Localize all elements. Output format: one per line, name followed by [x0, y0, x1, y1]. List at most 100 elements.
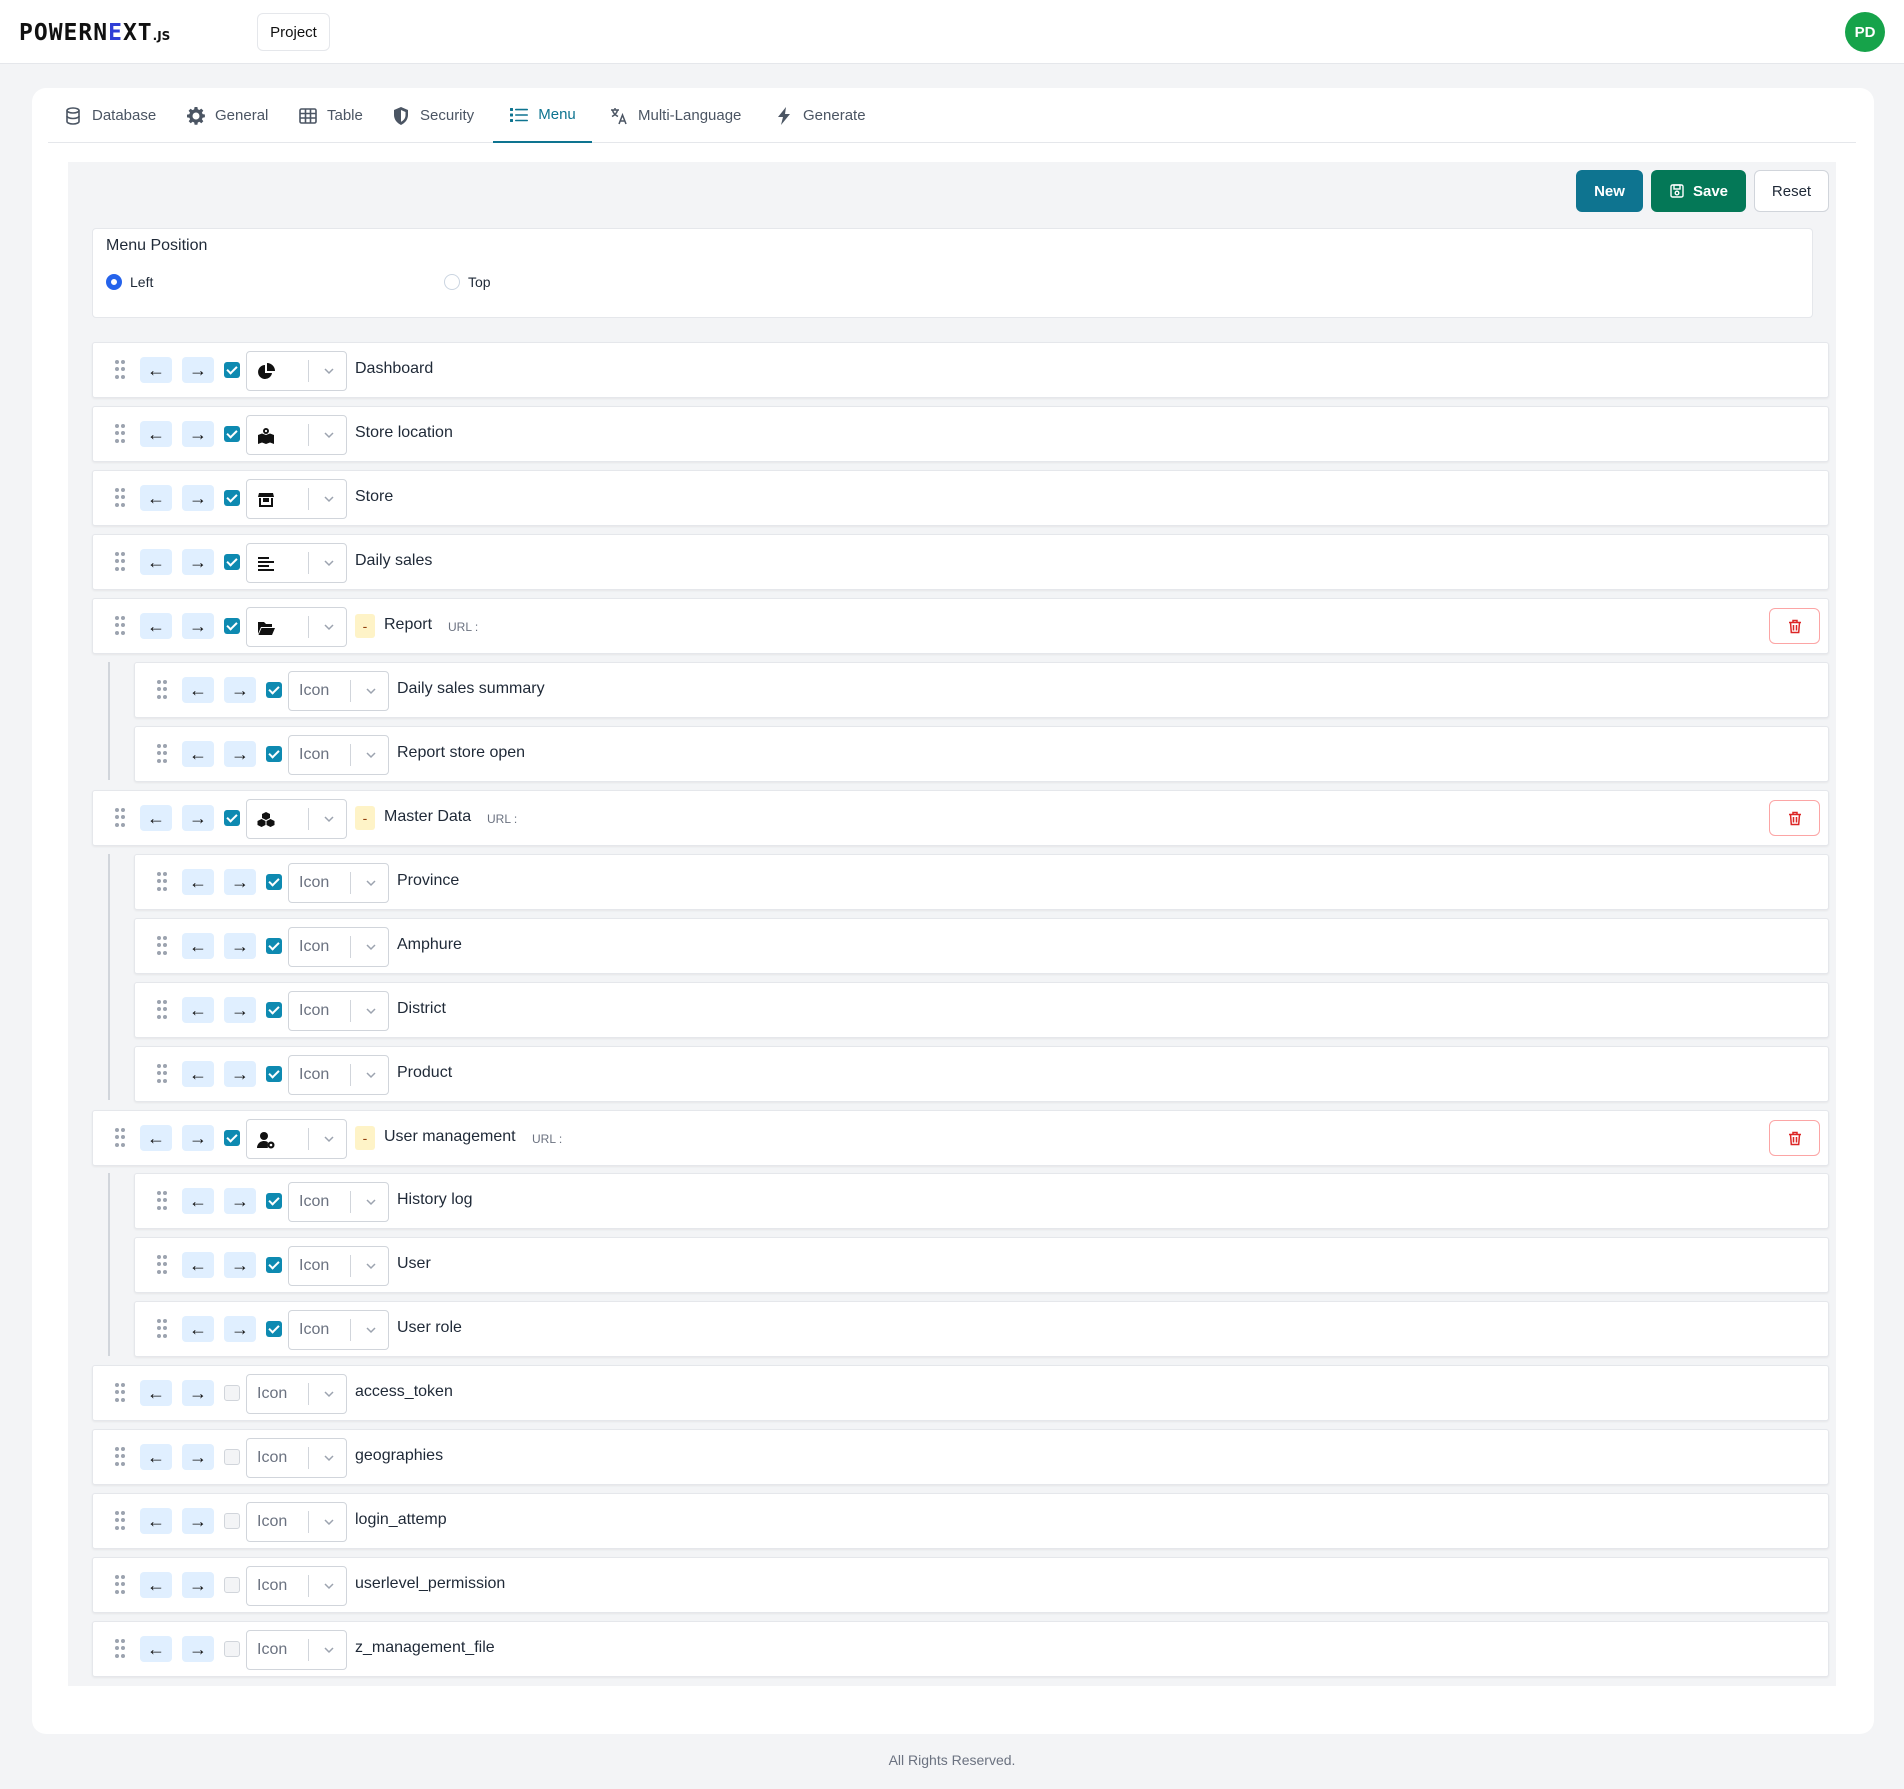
- icon-select[interactable]: Icon: [288, 735, 389, 775]
- group-collapse-toggle[interactable]: -: [355, 1126, 375, 1150]
- indent-button[interactable]: →: [182, 1508, 214, 1534]
- icon-select[interactable]: Icon: [288, 1310, 389, 1350]
- outdent-button[interactable]: ←: [140, 421, 172, 447]
- chevron-down-icon[interactable]: [363, 1067, 379, 1083]
- indent-button[interactable]: →: [224, 933, 256, 959]
- outdent-button[interactable]: ←: [182, 1188, 214, 1214]
- outdent-button[interactable]: ←: [140, 1444, 172, 1470]
- indent-button[interactable]: →: [224, 677, 256, 703]
- icon-select[interactable]: Icon: [288, 991, 389, 1031]
- visible-checkbox[interactable]: [266, 682, 282, 698]
- icon-select[interactable]: [246, 543, 347, 583]
- visible-checkbox[interactable]: [266, 1321, 282, 1337]
- visible-checkbox[interactable]: [266, 746, 282, 762]
- chevron-down-icon[interactable]: [321, 491, 337, 507]
- icon-select[interactable]: Icon: [288, 671, 389, 711]
- tab-generate[interactable]: Generate: [766, 88, 874, 143]
- visible-checkbox[interactable]: [224, 554, 240, 570]
- chevron-down-icon[interactable]: [321, 555, 337, 571]
- icon-select[interactable]: Icon: [246, 1630, 347, 1670]
- outdent-button[interactable]: ←: [140, 485, 172, 511]
- visible-checkbox[interactable]: [224, 490, 240, 506]
- drag-handle-icon[interactable]: [115, 1575, 125, 1595]
- menu-item-row[interactable]: ← → Dashboard: [92, 342, 1829, 398]
- outdent-button[interactable]: ←: [182, 741, 214, 767]
- icon-select[interactable]: [246, 607, 347, 647]
- drag-handle-icon[interactable]: [157, 744, 167, 764]
- drag-handle-icon[interactable]: [157, 680, 167, 700]
- chevron-down-icon[interactable]: [363, 1003, 379, 1019]
- chevron-down-icon[interactable]: [363, 875, 379, 891]
- visible-checkbox[interactable]: [224, 1577, 240, 1593]
- menu-item-row[interactable]: ← → Icon geographies: [92, 1429, 1829, 1485]
- drag-handle-icon[interactable]: [115, 1447, 125, 1467]
- save-button[interactable]: Save: [1651, 170, 1746, 212]
- visible-checkbox[interactable]: [224, 1385, 240, 1401]
- chevron-down-icon[interactable]: [363, 1258, 379, 1274]
- indent-button[interactable]: →: [224, 1061, 256, 1087]
- drag-handle-icon[interactable]: [115, 1511, 125, 1531]
- radio-top[interactable]: Top: [444, 274, 491, 290]
- outdent-button[interactable]: ←: [140, 1636, 172, 1662]
- menu-item-row[interactable]: ← → Store location: [92, 406, 1829, 462]
- group-collapse-toggle[interactable]: -: [355, 806, 375, 830]
- visible-checkbox[interactable]: [266, 1002, 282, 1018]
- visible-checkbox[interactable]: [224, 1449, 240, 1465]
- radio-dot[interactable]: [444, 274, 460, 290]
- visible-checkbox[interactable]: [224, 1130, 240, 1146]
- visible-checkbox[interactable]: [266, 874, 282, 890]
- drag-handle-icon[interactable]: [157, 1000, 167, 1020]
- menu-item-row[interactable]: ← → - User management URL :: [92, 1110, 1829, 1166]
- indent-button[interactable]: →: [182, 549, 214, 575]
- icon-select[interactable]: [246, 799, 347, 839]
- submenu-item-row[interactable]: ← → Icon Report store open: [134, 726, 1829, 782]
- visible-checkbox[interactable]: [266, 1257, 282, 1273]
- visible-checkbox[interactable]: [224, 618, 240, 634]
- icon-select[interactable]: Icon: [288, 927, 389, 967]
- outdent-button[interactable]: ←: [182, 1061, 214, 1087]
- menu-item-row[interactable]: ← → Icon access_token: [92, 1365, 1829, 1421]
- indent-button[interactable]: →: [224, 1252, 256, 1278]
- project-button[interactable]: Project: [257, 13, 330, 51]
- visible-checkbox[interactable]: [266, 1066, 282, 1082]
- chevron-down-icon[interactable]: [321, 1578, 337, 1594]
- icon-select[interactable]: Icon: [246, 1374, 347, 1414]
- visible-checkbox[interactable]: [224, 426, 240, 442]
- outdent-button[interactable]: ←: [140, 549, 172, 575]
- icon-select[interactable]: Icon: [288, 1246, 389, 1286]
- delete-group-button[interactable]: [1769, 1120, 1820, 1156]
- outdent-button[interactable]: ←: [140, 1508, 172, 1534]
- visible-checkbox[interactable]: [224, 1513, 240, 1529]
- menu-item-row[interactable]: ← → Icon userlevel_permission: [92, 1557, 1829, 1613]
- submenu-item-row[interactable]: ← → Icon History log: [134, 1173, 1829, 1229]
- chevron-down-icon[interactable]: [321, 619, 337, 635]
- drag-handle-icon[interactable]: [157, 1255, 167, 1275]
- icon-select[interactable]: Icon: [288, 863, 389, 903]
- menu-item-row[interactable]: ← → Daily sales: [92, 534, 1829, 590]
- tab-menu[interactable]: Menu: [493, 88, 592, 143]
- app-logo[interactable]: POWERNEXT.JS: [19, 20, 170, 46]
- outdent-button[interactable]: ←: [182, 933, 214, 959]
- indent-button[interactable]: →: [182, 357, 214, 383]
- icon-select[interactable]: [246, 415, 347, 455]
- drag-handle-icon[interactable]: [115, 1383, 125, 1403]
- icon-select[interactable]: [246, 351, 347, 391]
- indent-button[interactable]: →: [224, 1316, 256, 1342]
- chevron-down-icon[interactable]: [363, 1194, 379, 1210]
- visible-checkbox[interactable]: [224, 1641, 240, 1657]
- chevron-down-icon[interactable]: [321, 811, 337, 827]
- chevron-down-icon[interactable]: [363, 1322, 379, 1338]
- drag-handle-icon[interactable]: [115, 424, 125, 444]
- drag-handle-icon[interactable]: [115, 1639, 125, 1659]
- tab-general[interactable]: General: [178, 88, 276, 143]
- tab-security[interactable]: Security: [383, 88, 482, 143]
- radio-dot[interactable]: [106, 274, 122, 290]
- submenu-item-row[interactable]: ← → Icon Province: [134, 854, 1829, 910]
- outdent-button[interactable]: ←: [182, 1316, 214, 1342]
- drag-handle-icon[interactable]: [157, 936, 167, 956]
- menu-item-row[interactable]: ← → Icon login_attemp: [92, 1493, 1829, 1549]
- chevron-down-icon[interactable]: [321, 1386, 337, 1402]
- indent-button[interactable]: →: [182, 805, 214, 831]
- avatar[interactable]: PD: [1845, 12, 1885, 52]
- group-collapse-toggle[interactable]: -: [355, 614, 375, 638]
